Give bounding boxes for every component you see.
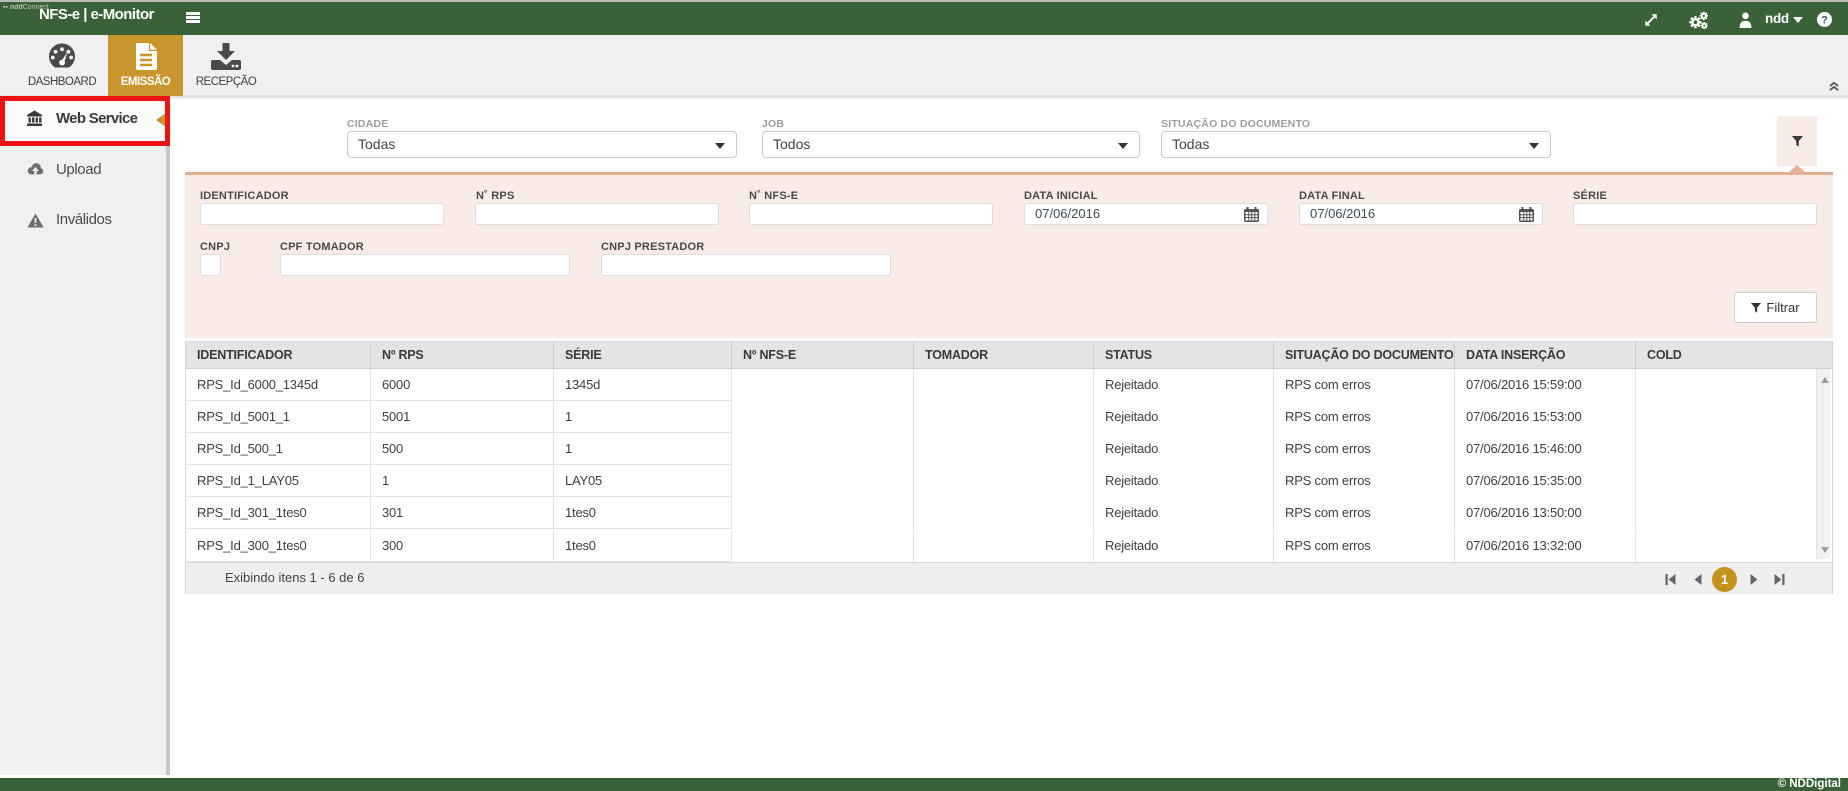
- svg-text:?: ?: [1821, 15, 1828, 27]
